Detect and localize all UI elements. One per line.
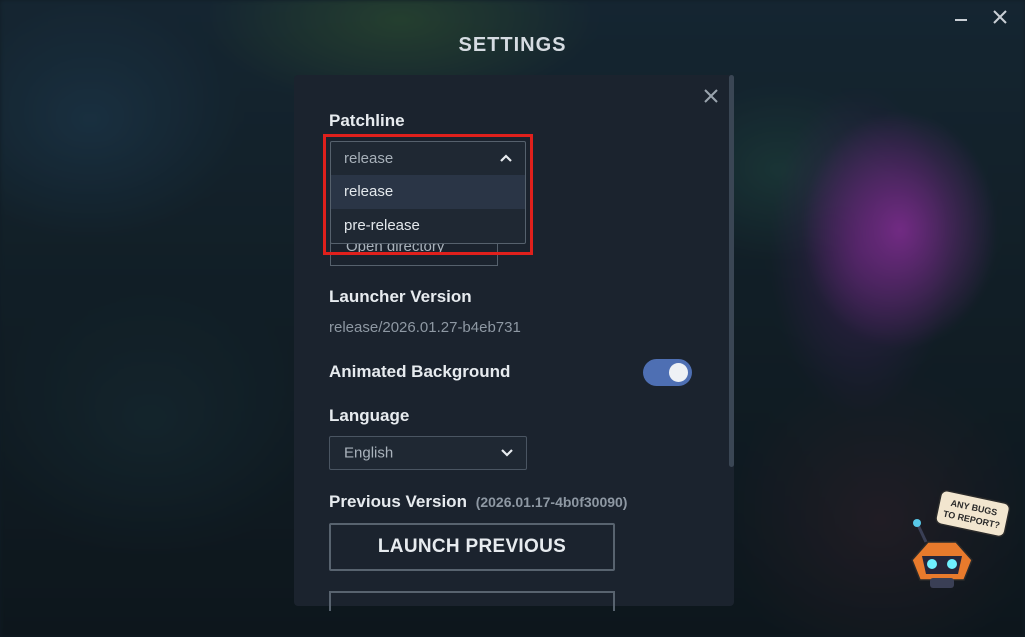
bug-report-button[interactable]: ANY BUGS TO REPORT? [900,490,1015,595]
close-icon [993,10,1007,24]
launch-previous-button[interactable]: LAUNCH PREVIOUS [329,523,615,571]
language-selected-value: English [344,444,394,462]
launcher-version-value: release/2026.01.27-b4eb731 [329,319,521,336]
previous-version-title: Previous Version [329,492,467,511]
minimize-button[interactable] [949,6,973,28]
patchline-selected-value: release [344,150,394,167]
chevron-up-icon [500,154,512,162]
animated-background-label: Animated Background [329,362,511,381]
patchline-dropdown[interactable]: release release pre-release [330,141,526,244]
settings-close-button[interactable] [702,87,720,105]
launcher-version-label: Launcher Version [329,287,472,306]
bug-robot-icon: ANY BUGS TO REPORT? [911,490,1011,588]
patchline-option-pre-release[interactable]: pre-release [331,209,525,243]
previous-version-label: Previous Version (2026.01.17-4b0f30090) [329,492,627,512]
previous-version-number: (2026.01.17-4b0f30090) [475,494,628,510]
page-title: SETTINGS [458,34,567,56]
patchline-option-release[interactable]: release [331,175,525,209]
panel-scrollbar[interactable] [729,75,734,467]
language-label: Language [329,406,410,425]
minimize-icon [955,19,967,21]
patchline-label: Patchline [329,111,405,130]
secondary-button-partial[interactable] [329,591,615,611]
chevron-down-icon [501,449,513,457]
window-close-button[interactable] [988,6,1012,28]
patchline-select[interactable]: release [331,142,525,175]
toggle-knob [669,363,688,382]
animated-background-toggle[interactable] [643,359,692,386]
launcher-window: SETTINGS Patchline Open directory releas… [0,0,1025,637]
language-select[interactable]: English [329,436,527,470]
close-icon [704,89,718,103]
